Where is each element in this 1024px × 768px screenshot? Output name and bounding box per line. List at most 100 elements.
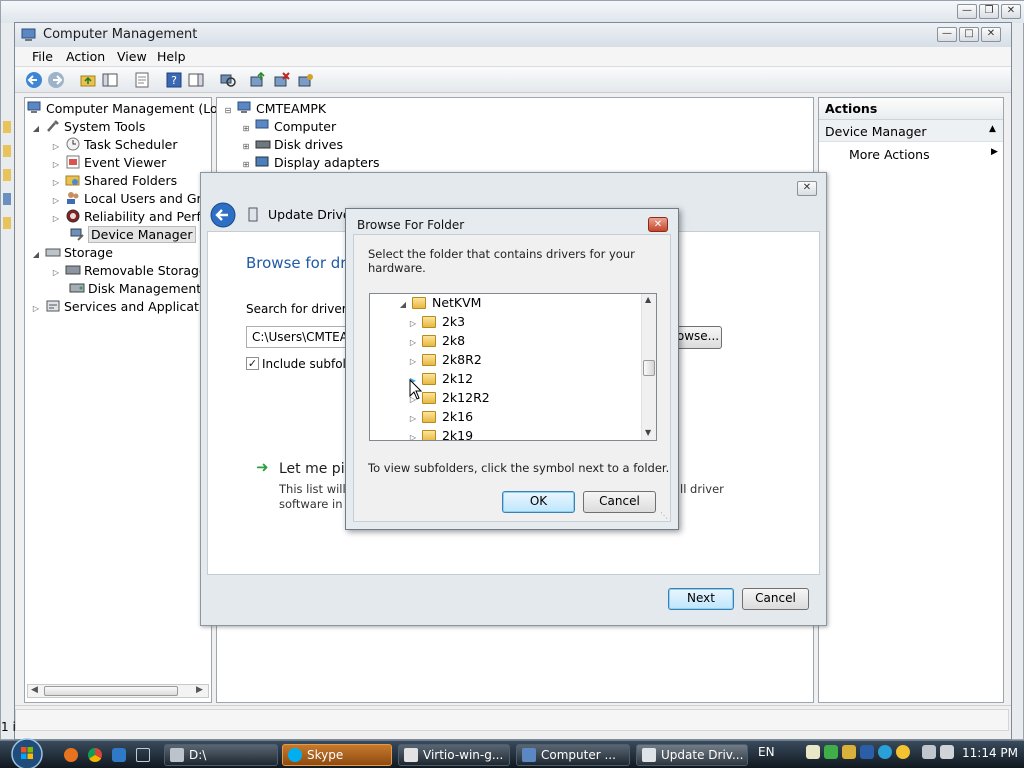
tree-item-shared-folders[interactable]: ▷ Shared Folders [51,172,177,190]
next-button[interactable]: Next [668,588,734,610]
host-minimize-button[interactable]: — [957,4,977,19]
disable-device-icon[interactable] [297,71,315,89]
tree-item-system-tools[interactable]: ◢ System Tools [31,118,145,136]
driver-path-input[interactable]: C:\Users\CMTEAM [246,326,356,348]
expand-arrow-icon[interactable]: ▷ [51,264,61,282]
expand-arrow-icon[interactable]: ▷ [408,353,418,371]
tree-item-task-scheduler[interactable]: ▷ Task Scheduler [51,136,178,154]
update-driver-icon[interactable] [249,71,267,89]
expand-arrow-icon[interactable]: ▷ [408,429,418,440]
tree-item-computer-management[interactable]: Computer Management (Local [27,100,236,118]
folder-item-netkvm[interactable]: ◢ NetKVM [398,294,482,314]
collapse-arrow-icon[interactable]: ◢ [398,296,408,314]
browse-button[interactable]: owse... [674,326,722,349]
help-icon[interactable]: ? [165,71,183,89]
back-icon[interactable] [25,71,43,89]
collapse-arrow-icon[interactable]: ◢ [31,120,41,138]
more-actions-item[interactable]: More Actions ▶ [819,144,1003,164]
resize-grip-icon[interactable]: ⋱ [660,511,668,520]
tree-item-event-viewer[interactable]: ▷ Event Viewer [51,154,166,172]
properties-icon[interactable] [133,71,151,89]
folder-item-2k16[interactable]: ▷ 2k16 [408,408,473,426]
scroll-thumb[interactable] [643,360,655,376]
menu-action[interactable]: Action [66,49,105,64]
scroll-right-icon[interactable]: ▶ [196,685,203,695]
tree-item-storage[interactable]: ◢ Storage [31,244,113,262]
host-close-button[interactable]: ✕ [1001,4,1021,19]
show-hide-tree-icon[interactable] [101,71,119,89]
browse-cancel-button[interactable]: Cancel [583,491,656,513]
scroll-thumb[interactable] [44,686,178,696]
action-pane-icon[interactable] [187,71,205,89]
tray-monitor-icon[interactable] [922,745,936,759]
tray-green-icon[interactable] [824,745,838,759]
tray-shield-icon[interactable] [842,745,856,759]
device-tree-root[interactable]: ⊟ CMTEAMPK [223,100,326,118]
expand-arrow-icon[interactable]: ▷ [408,410,418,428]
chrome-icon[interactable] [88,748,102,762]
clock[interactable]: 11:14 PM [962,746,1018,760]
up-folder-icon[interactable] [79,71,97,89]
wizard-close-button[interactable]: ✕ [797,181,817,196]
taskbar-item-update-driver[interactable]: Update Driv... [636,744,748,766]
taskbar-item-drive[interactable]: D:\ [164,744,278,766]
back-arrow-icon[interactable] [209,201,237,229]
language-indicator[interactable]: EN [758,745,775,759]
left-horizontal-scrollbar[interactable]: ◀ ▶ [27,684,209,698]
firefox-icon[interactable] [64,748,78,762]
uninstall-icon[interactable] [273,71,291,89]
actions-section-device-manager[interactable]: Device Manager ▲ [819,120,1003,142]
expand-arrow-icon[interactable]: ▷ [31,300,41,318]
scan-hardware-icon[interactable] [219,71,237,89]
folder-item-2k3[interactable]: ▷ 2k3 [408,313,465,331]
tree-item-disk-management[interactable]: Disk Management [69,280,201,298]
collapse-box-icon[interactable]: ⊟ [223,102,233,120]
taskbar-item-label: Computer ... [541,748,616,762]
tree-item-device-manager[interactable]: Device Manager [69,226,196,244]
device-item-disk-drives[interactable]: ⊞ Disk drives [241,136,343,154]
folder-tree-scrollbar[interactable]: ▲ ▼ [641,294,656,440]
tray-notes-icon[interactable] [806,745,820,759]
taskbar-item-computer-management[interactable]: Computer ... [516,744,630,766]
device-item-display-adapters[interactable]: ⊞ Display adapters [241,154,380,172]
browse-close-button[interactable]: ✕ [648,217,668,232]
collapse-arrow-icon[interactable]: ◢ [31,246,41,264]
folder-item-2k8r2[interactable]: ▷ 2k8R2 [408,351,482,369]
taskbar-item-skype[interactable]: Skype [282,744,392,766]
wizard-cancel-button[interactable]: Cancel [742,588,809,610]
close-button[interactable]: ✕ [981,27,1001,42]
scroll-left-icon[interactable]: ◀ [31,685,38,695]
taskbar-item-virtio[interactable]: Virtio-win-g... [398,744,510,766]
scroll-down-icon[interactable]: ▼ [645,428,651,437]
show-desktop-icon[interactable] [136,748,150,762]
folder-icon [421,430,436,440]
folder-label: NetKVM [431,295,482,310]
ok-button[interactable]: OK [502,491,575,513]
tray-network-icon[interactable] [860,745,874,759]
folder-item-2k19[interactable]: ▷ 2k19 [408,427,473,440]
collapse-up-icon[interactable]: ▲ [989,124,996,134]
tray-volume-icon[interactable] [940,745,954,759]
menu-view[interactable]: View [117,49,147,64]
tree-item-services-apps[interactable]: ▷ Services and Applications [31,298,225,316]
tray-smiley-icon[interactable] [896,745,910,759]
menu-file[interactable]: File [32,49,53,64]
start-button[interactable] [10,737,44,768]
device-item-computer[interactable]: ⊞ Computer [241,118,336,136]
forward-icon[interactable] [47,71,65,89]
tray-skype-icon[interactable] [878,745,892,759]
host-restore-button[interactable]: ❐ [979,4,999,19]
minimize-button[interactable]: — [937,27,957,42]
include-subfolders-checkbox[interactable]: ✓ [246,357,259,370]
menu-help[interactable]: Help [157,49,186,64]
expand-arrow-icon[interactable]: ▷ [408,315,418,333]
ie-icon[interactable] [112,748,126,762]
folder-item-2k8[interactable]: ▷ 2k8 [408,332,465,350]
scroll-up-icon[interactable]: ▲ [645,295,651,304]
maximize-button[interactable]: □ [959,27,979,42]
expand-arrow-icon[interactable]: ▷ [51,210,61,228]
let-me-pick-link[interactable]: Let me pic [279,461,352,477]
tree-item-local-users[interactable]: ▷ Local Users and Group [51,190,225,208]
expand-arrow-icon[interactable]: ▷ [408,334,418,352]
tree-item-removable-storage[interactable]: ▷ Removable Storage [51,262,207,280]
